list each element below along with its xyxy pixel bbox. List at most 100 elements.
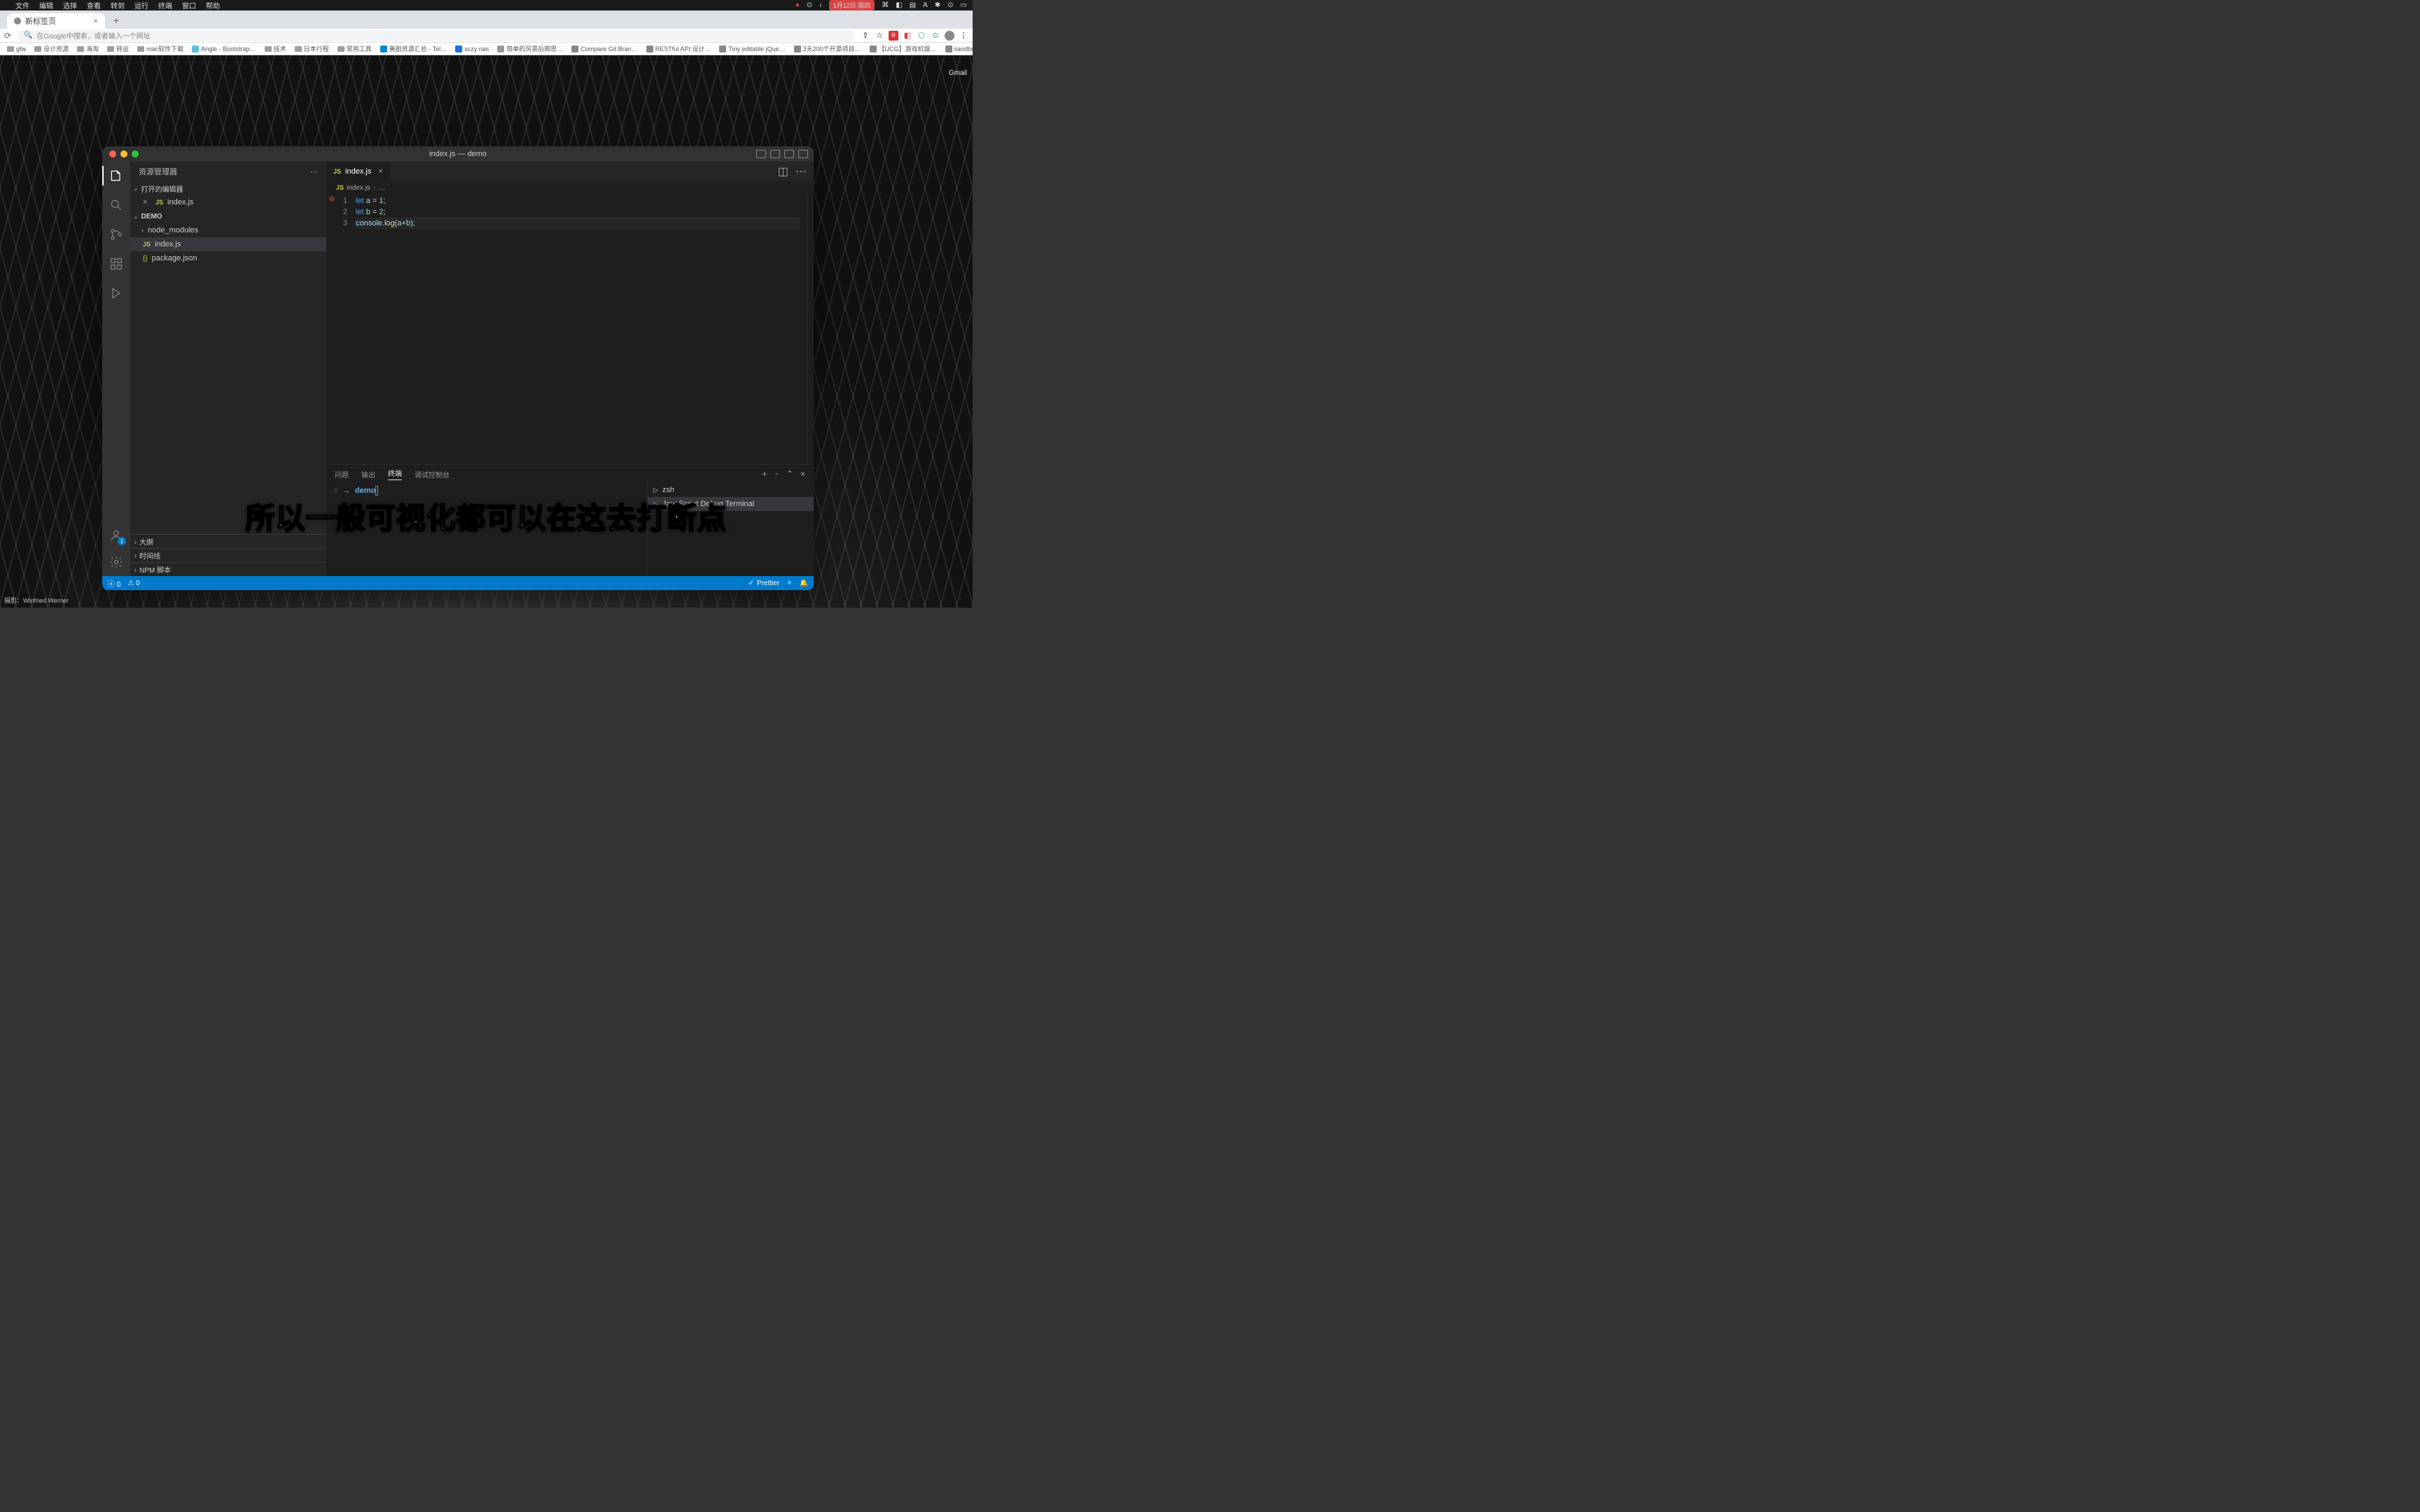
back-icon[interactable]: ‹ [819, 1, 821, 9]
bookmark-zhuanyun[interactable]: 转运 [104, 43, 132, 54]
bookmark-opensource[interactable]: 3天200个开源项目… [791, 43, 864, 54]
bookmark-design[interactable]: 设计资源 [32, 43, 71, 54]
window-close-icon[interactable] [109, 150, 116, 158]
layout-customize-icon[interactable] [798, 150, 808, 158]
bookmark-japan[interactable]: 日本行程 [292, 43, 332, 54]
tab-close-icon[interactable]: × [93, 16, 98, 26]
editor-tab-indexjs[interactable]: JS index.js × [326, 162, 391, 181]
profile-icon[interactable] [945, 31, 954, 41]
address-input[interactable]: 🔍 在Google中搜索，或者输入一个网址 [17, 30, 855, 41]
menu-edit[interactable]: 编辑 [39, 0, 53, 10]
activity-account-icon[interactable]: 1 [108, 527, 125, 544]
menu-goto[interactable]: 转到 [111, 0, 125, 10]
terminal-dropdown-icon[interactable]: ⌄ [774, 469, 779, 479]
explorer-more-icon[interactable]: ⋯ [310, 167, 318, 176]
layout-sidebar-right-icon[interactable] [784, 150, 794, 158]
timeline-section[interactable]: › 时间线 [130, 548, 326, 562]
bookmark-xczy[interactable]: xczy nas [452, 45, 492, 53]
bt-icon[interactable]: ⊙ [807, 1, 812, 9]
status-bell-icon[interactable]: 🔔 [800, 580, 808, 587]
menu-view[interactable]: 查看 [87, 0, 101, 10]
window-zoom-icon[interactable] [132, 150, 139, 158]
panel-tab-terminal[interactable]: 终端 [388, 468, 402, 480]
editor-close-icon[interactable]: × [143, 198, 151, 206]
status-warnings[interactable]: ⚠ 0 [127, 580, 139, 587]
menubar-date[interactable]: 1月12日 周四 [829, 0, 875, 10]
line-gutter[interactable]: 1 2 3 [326, 194, 356, 464]
tree-packagejson[interactable]: {} package.json [130, 251, 326, 265]
window-minimize-icon[interactable] [120, 150, 127, 158]
vscode-titlebar[interactable]: index.js — demo [102, 146, 814, 162]
layout-sidebar-left-icon[interactable] [756, 150, 766, 158]
wifi-icon[interactable]: ⊙ [947, 1, 953, 9]
breakpoint-hover-icon[interactable] [329, 196, 335, 202]
panel-tab-output[interactable]: 输出 [361, 469, 375, 479]
tray-icon-3[interactable]: ▤ [910, 1, 916, 9]
tab-close-icon[interactable]: × [378, 167, 382, 176]
tray-icon-2[interactable]: ◧ [896, 1, 902, 9]
tree-indexjs[interactable]: JS index.js [130, 237, 326, 251]
new-terminal-icon[interactable]: + [762, 469, 767, 479]
menu-terminal[interactable]: 终端 [158, 0, 172, 10]
menu-run[interactable]: 运行 [134, 0, 148, 10]
bookmark-meiju[interactable]: 美剧资源汇总 - Tel… [377, 43, 450, 54]
reload-icon[interactable]: ⟳ [4, 31, 11, 41]
activity-run-debug-icon[interactable] [108, 285, 125, 302]
ext-icon-2[interactable]: ◧ [903, 31, 912, 41]
ext-icon-1[interactable]: R [889, 31, 898, 41]
status-feedback-icon[interactable]: ✧ [786, 580, 792, 587]
tray-icon-1[interactable]: ⌘ [882, 1, 889, 9]
open-editor-item[interactable]: × JS index.js [130, 195, 326, 209]
menu-window[interactable]: 窗口 [182, 0, 196, 10]
menu-help[interactable]: 帮助 [206, 0, 220, 10]
battery-icon[interactable]: ▭ [961, 1, 967, 9]
bookmark-gitcompare[interactable]: Compare Git Bran… [569, 45, 641, 53]
bookmark-gfw[interactable]: gfw [4, 45, 29, 53]
bookmark-tech[interactable]: 技术 [262, 43, 289, 54]
breadcrumb[interactable]: JS index.js › … [326, 181, 814, 194]
minimap[interactable] [807, 194, 814, 464]
menu-dots-icon[interactable]: ⋮ [959, 31, 968, 41]
editor-tab-row: JS index.js × ◫ ⋯ [326, 162, 814, 181]
bookmark-restful[interactable]: RESTful API 设计… [644, 43, 714, 54]
share-icon[interactable]: ⇪ [861, 31, 870, 41]
tree-node-modules[interactable]: › node_modules [130, 223, 326, 237]
panel-tab-debug-console[interactable]: 调试控制台 [415, 469, 450, 479]
activity-settings-icon[interactable] [108, 554, 125, 570]
bookmark-macsoft[interactable]: mac软件下载 [134, 43, 186, 54]
star-icon[interactable]: ☆ [875, 31, 884, 41]
layout-panel-icon[interactable] [770, 150, 780, 158]
bookmark-angle[interactable]: Angle - Bootstrap… [189, 45, 259, 53]
bookmark-tools[interactable]: 常用工具 [335, 43, 375, 54]
bookmark-landscape[interactable]: 简单的风景后期思… [494, 43, 566, 54]
gmail-link[interactable]: Gmail [949, 69, 967, 77]
status-prettier[interactable]: ✓ Prettier [749, 580, 780, 587]
record-icon[interactable]: ● [795, 1, 800, 9]
bookmark-ucg[interactable]: 【UCG】游戏机娱… [867, 43, 940, 54]
status-errors[interactable]: ⓧ 0 [108, 578, 120, 589]
split-editor-icon[interactable]: ◫ [778, 164, 788, 178]
project-section[interactable]: ⌄ DEMO [130, 209, 326, 223]
tray-icon-4[interactable]: A [923, 1, 928, 9]
menu-file[interactable]: 文件 [15, 0, 29, 10]
browser-tab-newtab[interactable]: 新标签页 × [7, 13, 105, 29]
open-editors-section[interactable]: ⌄ 打开的编辑器 [130, 181, 326, 195]
npm-scripts-section[interactable]: › NPM 脚本 [130, 562, 326, 576]
editor-more-icon[interactable]: ⋯ [795, 164, 807, 178]
bluetooth-icon[interactable]: ✱ [935, 1, 940, 9]
activity-source-control-icon[interactable] [108, 226, 125, 243]
menu-select[interactable]: 选择 [63, 0, 77, 10]
panel-tab-problems[interactable]: 问题 [335, 469, 349, 479]
bookmark-tinyjq[interactable]: Tiny editable jQue… [716, 45, 788, 53]
close-panel-icon[interactable]: × [800, 469, 805, 479]
ext-icon-3[interactable]: ⬡ [917, 31, 926, 41]
code-editor[interactable]: let a = 1; let b = 2; console.log(a+b); [356, 194, 807, 464]
bookmark-sandbox[interactable]: sandbox's logo on… [943, 45, 973, 53]
activity-search-icon[interactable] [108, 197, 125, 214]
activity-explorer-icon[interactable] [108, 167, 125, 184]
ext-icon-4[interactable]: ⊙ [931, 31, 940, 41]
new-tab-button[interactable]: + [109, 13, 123, 27]
bookmark-haitao[interactable]: 海淘 [74, 43, 102, 54]
activity-extensions-icon[interactable] [108, 255, 125, 272]
maximize-panel-icon[interactable]: ⌃ [786, 469, 793, 479]
